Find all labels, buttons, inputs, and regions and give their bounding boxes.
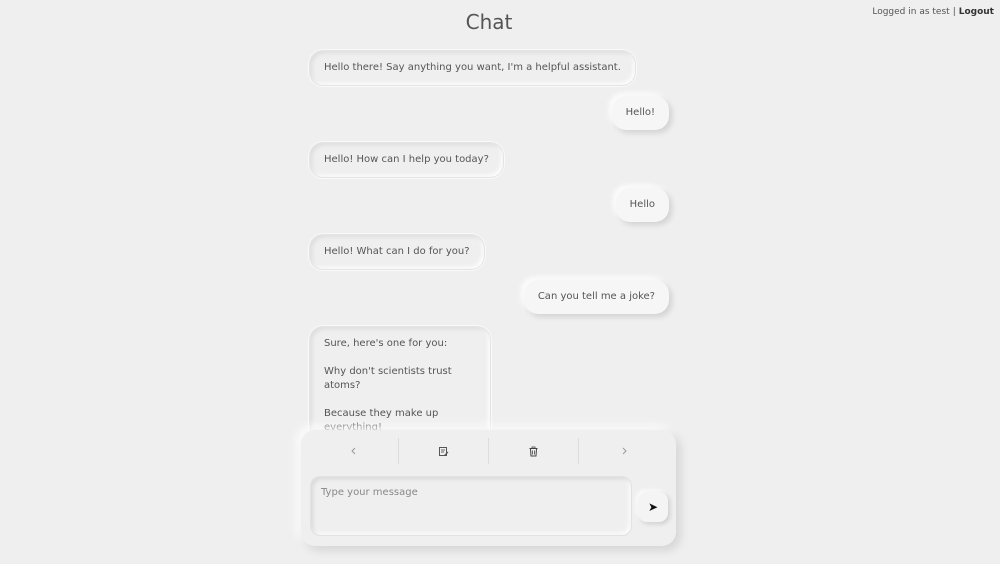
- message-toolbar: [309, 438, 668, 464]
- message-input[interactable]: [310, 476, 632, 536]
- delete-button[interactable]: [489, 438, 579, 464]
- user-message: Hello!: [611, 96, 669, 130]
- message-text: Hello: [629, 199, 655, 210]
- trash-icon: [529, 446, 538, 456]
- user-message: Can you tell me a joke?: [523, 280, 669, 314]
- message-text: Hello! What can I do for you?: [324, 246, 470, 257]
- message-text: Sure, here's one for you:: [324, 338, 448, 349]
- assistant-message: Hello! How can I help you today?: [309, 142, 504, 178]
- message-text: Hello!: [625, 107, 655, 118]
- chevron-left-icon: [350, 447, 355, 455]
- edit-button[interactable]: [399, 438, 489, 464]
- edit-note-icon: [439, 446, 449, 456]
- previous-button[interactable]: [309, 438, 399, 464]
- send-button[interactable]: ➤: [638, 492, 668, 522]
- message-text: Hello! How can I help you today?: [324, 154, 489, 165]
- message-text: Hello there! Say anything you want, I'm …: [324, 62, 621, 73]
- user-message: Hello: [615, 188, 669, 222]
- message-text: Can you tell me a joke?: [537, 291, 655, 302]
- assistant-message: Hello! What can I do for you?: [309, 234, 485, 270]
- next-button[interactable]: [579, 438, 668, 464]
- chevron-right-icon: [622, 447, 627, 455]
- assistant-message: Sure, here's one for you: Why don't scie…: [309, 326, 491, 446]
- send-icon: ➤: [647, 500, 659, 514]
- page-title: Chat: [465, 10, 513, 34]
- message-text: Why don't scientists trust atoms?: [324, 366, 452, 391]
- assistant-message: Hello there! Say anything you want, I'm …: [309, 50, 636, 86]
- composer-panel: ➤: [301, 430, 676, 546]
